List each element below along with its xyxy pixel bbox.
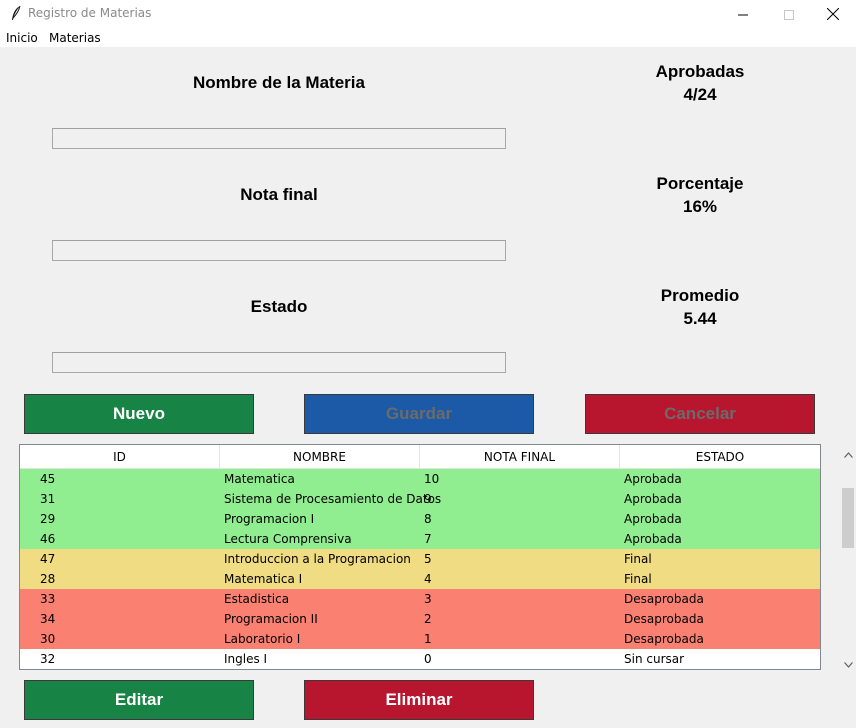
table-row[interactable]: 28 Matematica I 4 Final (20, 569, 820, 589)
table-row[interactable]: 45 Matematica 10 Aprobada (20, 469, 820, 489)
close-icon (826, 5, 840, 24)
header-nota-final[interactable]: NOTA FINAL (420, 445, 620, 469)
cell-nota-final: 7 (424, 532, 432, 546)
guardar-button[interactable]: Guardar (304, 394, 534, 434)
cell-id: 46 (40, 532, 56, 546)
table-row[interactable]: 29 Programacion I 8 Aprobada (20, 509, 820, 529)
cell-nota-final: 2 (424, 612, 432, 626)
cell-estado: Sin cursar (624, 652, 685, 666)
nota-label: Nota final (240, 185, 318, 204)
menu-bar: Inicio Materias (0, 28, 856, 47)
header-nombre[interactable]: NOMBRE (220, 445, 420, 469)
estado-input[interactable] (52, 352, 506, 373)
cell-id: 47 (40, 552, 56, 566)
cell-nombre: Programacion II (224, 612, 318, 626)
cell-nombre: Matematica I (224, 572, 303, 586)
cell-estado: Desaprobada (624, 592, 704, 606)
scroll-thumb[interactable] (842, 488, 854, 548)
window-title: Registro de Materias (28, 6, 152, 20)
maximize-icon (784, 5, 794, 24)
cell-id: 29 (40, 512, 56, 526)
maximize-button[interactable] (766, 0, 812, 28)
cell-estado: Aprobada (624, 472, 682, 486)
cell-nombre: Laboratorio I (224, 632, 301, 646)
cell-estado: Aprobada (624, 532, 682, 546)
table-header: ID NOMBRE NOTA FINAL ESTADO (20, 445, 820, 469)
table-row[interactable]: 34 Programacion II 2 Desaprobada (20, 609, 820, 629)
cell-id: 33 (40, 592, 56, 606)
aprobadas-label: Aprobadas (655, 62, 745, 81)
cell-nota-final: 3 (424, 592, 432, 606)
cell-nota-final: 4 (424, 572, 432, 586)
cell-estado: Final (624, 572, 652, 586)
porcentaje-value: 16% (682, 197, 718, 216)
table-row[interactable]: 32 Ingles I 0 Sin cursar (20, 649, 820, 669)
cell-nombre: Introduccion a la Programacion (224, 552, 411, 566)
cell-estado: Aprobada (624, 492, 682, 506)
header-id[interactable]: ID (20, 445, 220, 469)
cell-nota-final: 8 (424, 512, 432, 526)
cell-id: 28 (40, 572, 56, 586)
cell-nombre: Lectura Comprensiva (224, 532, 352, 546)
nombre-label: Nombre de la Materia (193, 73, 365, 92)
title-bar: Registro de Materias (0, 0, 856, 28)
materias-table[interactable]: ID NOMBRE NOTA FINAL ESTADO 45 Matematica… (19, 444, 821, 670)
chevron-down-icon (843, 653, 853, 672)
cell-estado: Desaprobada (624, 612, 704, 626)
cell-nombre: Sistema de Procesamiento de Datos (224, 492, 442, 506)
cell-nombre: Ingles I (224, 652, 268, 666)
cell-nota-final: 5 (424, 552, 432, 566)
nombre-input[interactable] (52, 128, 506, 149)
table-row[interactable]: 46 Lectura Comprensiva 7 Aprobada (20, 529, 820, 549)
table-row[interactable]: 33 Estadistica 3 Desaprobada (20, 589, 820, 609)
cell-estado: Final (624, 552, 652, 566)
table-scrollbar[interactable] (840, 444, 856, 670)
estado-label: Estado (250, 297, 308, 316)
cell-nombre: Estadistica (224, 592, 290, 606)
cell-id: 45 (40, 472, 56, 486)
cell-estado: Desaprobada (624, 632, 704, 646)
aprobadas-value: 4/24 (683, 85, 717, 104)
promedio-label: Promedio (660, 286, 740, 305)
table-row[interactable]: 47 Introduccion a la Programacion 5 Final (20, 549, 820, 569)
table-row[interactable]: 30 Laboratorio I 1 Desaprobada (20, 629, 820, 649)
minimize-icon (738, 5, 748, 24)
table-row[interactable]: 31 Sistema de Procesamiento de Datos 9 Apro… (20, 489, 820, 509)
eliminar-button[interactable]: Eliminar (304, 680, 534, 720)
menu-inicio[interactable]: Inicio (6, 31, 38, 45)
menu-materias[interactable]: Materias (49, 31, 101, 45)
cell-nombre: Programacion I (224, 512, 315, 526)
chevron-up-icon (843, 443, 853, 462)
nuevo-button[interactable]: Nuevo (24, 394, 254, 434)
cell-nota-final: 1 (424, 632, 432, 646)
porcentaje-label: Porcentaje (656, 174, 744, 193)
cell-nota-final: 0 (424, 652, 432, 666)
cell-nota-final: 10 (424, 472, 440, 486)
cell-id: 30 (40, 632, 56, 646)
cell-id: 31 (40, 492, 56, 506)
close-button[interactable] (810, 0, 856, 28)
cell-estado: Aprobada (624, 512, 682, 526)
cell-nombre: Matematica (224, 472, 295, 486)
cell-nota-final: 9 (424, 492, 432, 506)
cell-id: 32 (40, 652, 56, 666)
editar-button[interactable]: Editar (24, 680, 254, 720)
cancelar-button[interactable]: Cancelar (585, 394, 815, 434)
cell-id: 34 (40, 612, 56, 626)
nota-input[interactable] (52, 240, 506, 261)
feather-icon (10, 5, 22, 22)
scroll-up-button[interactable] (840, 444, 856, 460)
header-estado[interactable]: ESTADO (620, 445, 820, 469)
promedio-value: 5.44 (683, 309, 717, 328)
minimize-button[interactable] (720, 0, 766, 28)
scroll-down-button[interactable] (840, 654, 856, 670)
table-body: 45 Matematica 10 Aprobada 31 Sistema de Proce… (20, 469, 820, 669)
